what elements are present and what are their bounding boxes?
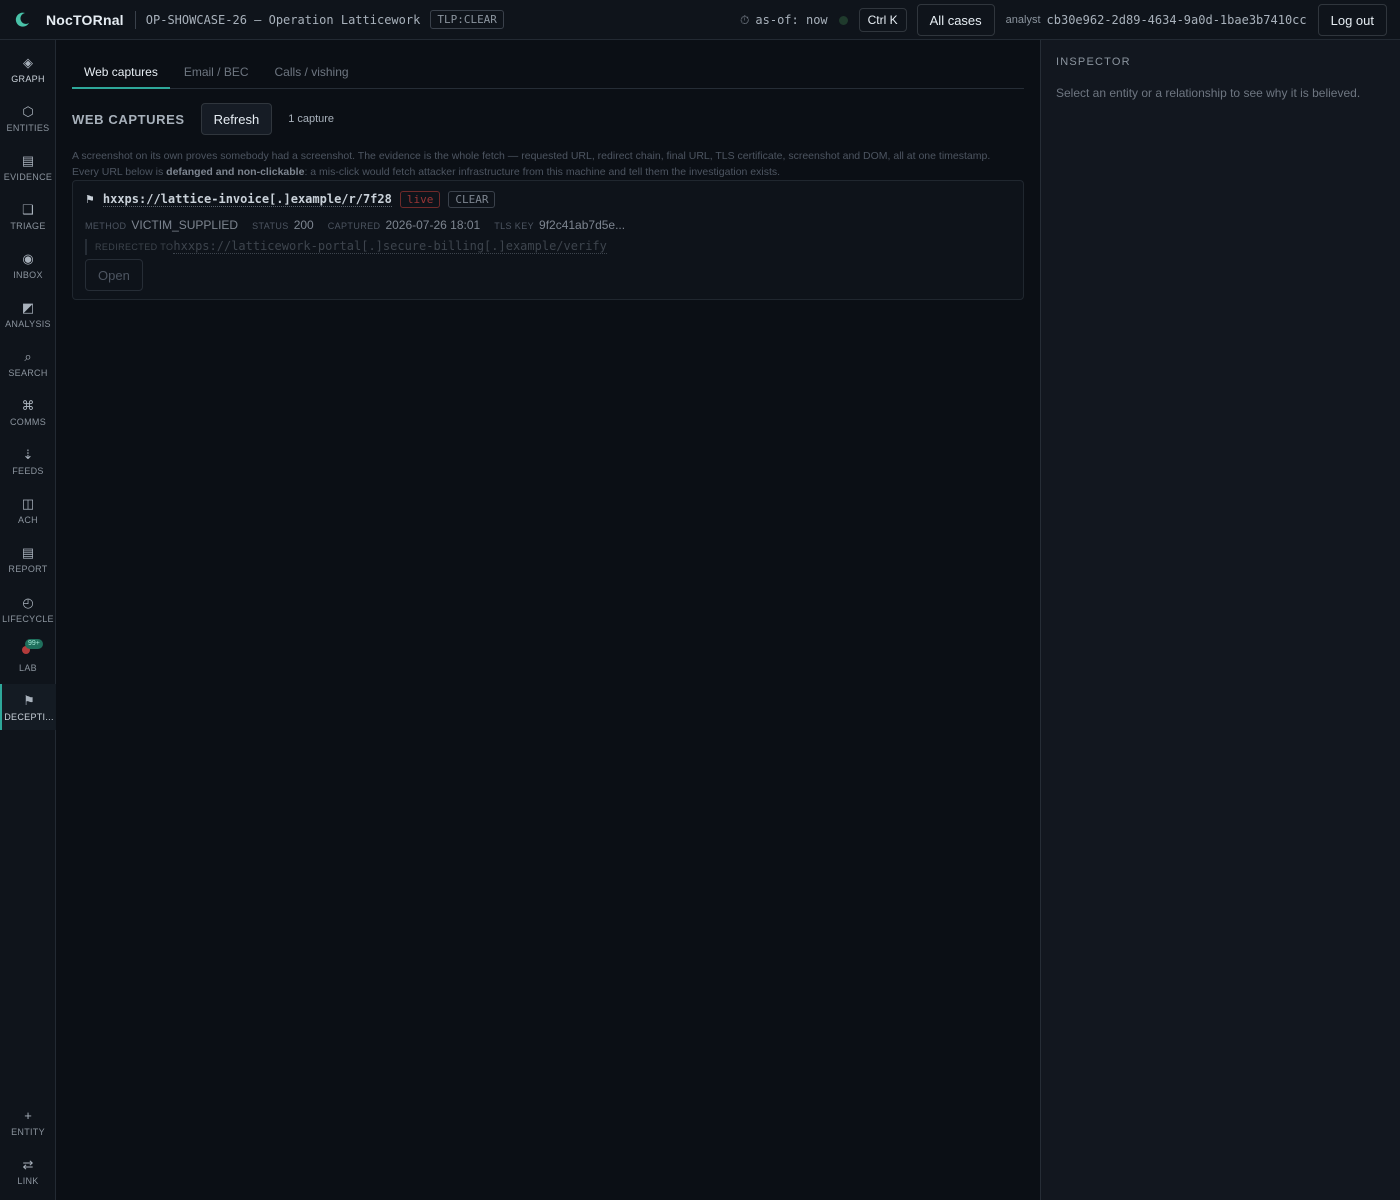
nav-label: ENTITY xyxy=(11,1126,45,1137)
flag-icon: ⚑ xyxy=(85,194,95,206)
tab-email-bec[interactable]: Email / BEC xyxy=(172,56,261,89)
nav-label: LAB xyxy=(19,662,37,673)
tls-key-label: TLS KEY xyxy=(494,221,535,231)
nav-label: TRIAGE xyxy=(10,220,46,231)
nav-label: DECEPTI... xyxy=(4,711,54,722)
nav-ach[interactable]: ◫ ACH xyxy=(0,487,56,533)
command-icon: ⌘ xyxy=(21,397,35,413)
top-bar: NocTORnal OP-SHOWCASE-26 — Operation Lat… xyxy=(0,0,1400,40)
analyst-label: analyst xyxy=(1005,14,1041,26)
add-entity-button[interactable]: + ENTITY xyxy=(0,1099,56,1145)
help-line-2: Every URL below is defanged and non-clic… xyxy=(72,166,781,178)
divider xyxy=(134,10,136,29)
section-header: WEB CAPTURES Refresh 1 capture xyxy=(72,103,334,135)
tls-key-value: 9f2c41ab7d5e... xyxy=(539,218,626,232)
command-palette-button[interactable]: Ctrl K xyxy=(858,8,907,32)
status-label: STATUS xyxy=(252,221,289,231)
nav-triage[interactable]: ❑ TRIAGE xyxy=(0,193,56,239)
graph-icon: ◈ xyxy=(23,54,33,70)
moon-logo-icon xyxy=(12,10,32,30)
capture-card[interactable]: ⚑ hxxps://lattice-invoice[.]example/r/7f… xyxy=(72,180,1024,300)
tlp-badge: TLP:CLEAR xyxy=(430,10,504,29)
swap-arrows-icon: ⇄ xyxy=(22,1156,34,1172)
nav-deception[interactable]: ⚑ DECEPTI... xyxy=(0,684,56,730)
open-button[interactable]: Open xyxy=(85,259,143,291)
method-label: METHOD xyxy=(85,221,127,231)
plus-icon: + xyxy=(24,1107,32,1123)
search-icon: ⌕ xyxy=(24,348,32,364)
nav-label: REPORT xyxy=(8,563,48,574)
nav-label: ENTITIES xyxy=(6,122,50,133)
brand[interactable]: NocTORnal xyxy=(0,0,124,40)
nav-lifecycle[interactable]: ◴ LIFECYCLE xyxy=(0,586,56,632)
hexagon-icon: ⬡ xyxy=(22,103,34,119)
nav-comms[interactable]: ⌘ COMMS xyxy=(0,389,56,435)
nav-inbox[interactable]: ◉ INBOX xyxy=(0,242,56,288)
add-link-button[interactable]: ⇄ LINK xyxy=(0,1148,56,1194)
brand-name: NocTORnal xyxy=(46,11,124,28)
all-cases-button[interactable]: All cases xyxy=(916,4,995,36)
nav-label: EVIDENCE xyxy=(3,171,53,182)
connection-status-dot xyxy=(838,15,848,25)
nav-feeds[interactable]: ⇣ FEEDS xyxy=(0,438,56,484)
defanged-url: hxxps://lattice-invoice[.]example/r/7f28 xyxy=(102,192,392,207)
captured-label: CAPTURED xyxy=(327,221,381,231)
columns-icon: ◫ xyxy=(21,495,35,511)
left-nav-rail: ◈ GRAPH ⬡ ENTITIES ▤ EVIDENCE ❑ TRIAGE ◉… xyxy=(0,40,56,1200)
tab-web-captures[interactable]: Web captures xyxy=(72,56,170,89)
method-value: VICTIM_SUPPLIED xyxy=(131,218,239,232)
nav-label: SEARCH xyxy=(8,367,48,378)
nav-search[interactable]: ⌕ SEARCH xyxy=(0,340,56,386)
nav-label: ANALYSIS xyxy=(5,318,51,329)
section-title: WEB CAPTURES xyxy=(72,111,185,127)
nav-label: FEEDS xyxy=(12,465,44,476)
redirect-url: hxxps://latticework-portal[.]secure-bill… xyxy=(173,239,607,254)
nav-label: COMMS xyxy=(10,416,46,427)
lab-count-badge: 99+ xyxy=(25,639,43,649)
nav-entities[interactable]: ⬡ ENTITIES xyxy=(0,95,56,141)
nav-report[interactable]: ▤ REPORT xyxy=(0,536,56,582)
nav-evidence[interactable]: ▤ EVIDENCE xyxy=(0,144,56,190)
main-panel: Web captures Email / BEC Calls / vishing… xyxy=(56,40,1040,1200)
analyst-id: cb30e962-2d89-4634-9a0d-1bae3b7410cc xyxy=(1046,13,1307,27)
tlp-badge: CLEAR xyxy=(448,191,496,208)
tab-calls-vishing[interactable]: Calls / vishing xyxy=(263,56,361,89)
as-of-label: as-of: now xyxy=(755,13,828,27)
report-icon: ▤ xyxy=(21,544,35,560)
inspector-panel: INSPECTOR Select an entity or a relation… xyxy=(1040,40,1400,1200)
clock-icon: ⏱ xyxy=(740,12,750,27)
inbox-icon: ◉ xyxy=(22,250,34,266)
as-of-control[interactable]: ⏱ as-of: now xyxy=(740,13,828,28)
inspector-title: INSPECTOR xyxy=(1056,56,1131,68)
redirect-row: REDIRECTED TO hxxps://latticework-portal… xyxy=(85,239,607,255)
refresh-button[interactable]: Refresh xyxy=(200,103,273,135)
live-badge: live xyxy=(399,191,441,208)
lifecycle-clock-icon: ◴ xyxy=(22,594,34,610)
inspector-empty-text: Select an entity or a relationship to se… xyxy=(1056,86,1361,100)
flag-icon: ⚑ xyxy=(23,692,35,708)
captured-value: 2026-07-26 18:01 xyxy=(385,218,481,232)
capture-meta: METHOD VICTIM_SUPPLIED STATUS 200 CAPTUR… xyxy=(85,218,639,232)
nav-label: GRAPH xyxy=(11,73,45,84)
redirect-label: REDIRECTED TO xyxy=(95,242,174,252)
help-line-1: A screenshot on its own proves somebody … xyxy=(72,150,991,162)
nav-label: ACH xyxy=(18,514,38,525)
analysis-icon: ◩ xyxy=(21,299,35,315)
nav-analysis[interactable]: ◩ ANALYSIS xyxy=(0,291,56,337)
nav-graph[interactable]: ◈ GRAPH xyxy=(0,46,56,92)
logout-button[interactable]: Log out xyxy=(1317,4,1387,36)
triage-icon: ❑ xyxy=(22,201,34,217)
case-title: OP-SHOWCASE-26 — Operation Latticework xyxy=(145,12,421,27)
status-value: 200 xyxy=(293,218,314,232)
nav-lab[interactable]: 99+ LAB xyxy=(0,635,56,681)
evidence-icon: ▤ xyxy=(21,152,35,168)
nav-label: LIFECYCLE xyxy=(2,613,54,624)
nav-label: INBOX xyxy=(13,269,43,280)
help-text: A screenshot on its own proves somebody … xyxy=(72,148,1032,180)
deception-tabs: Web captures Email / BEC Calls / vishing xyxy=(72,56,1024,89)
capture-count: 1 capture xyxy=(288,113,335,125)
feed-download-icon: ⇣ xyxy=(22,446,34,462)
nav-label: LINK xyxy=(17,1175,39,1186)
